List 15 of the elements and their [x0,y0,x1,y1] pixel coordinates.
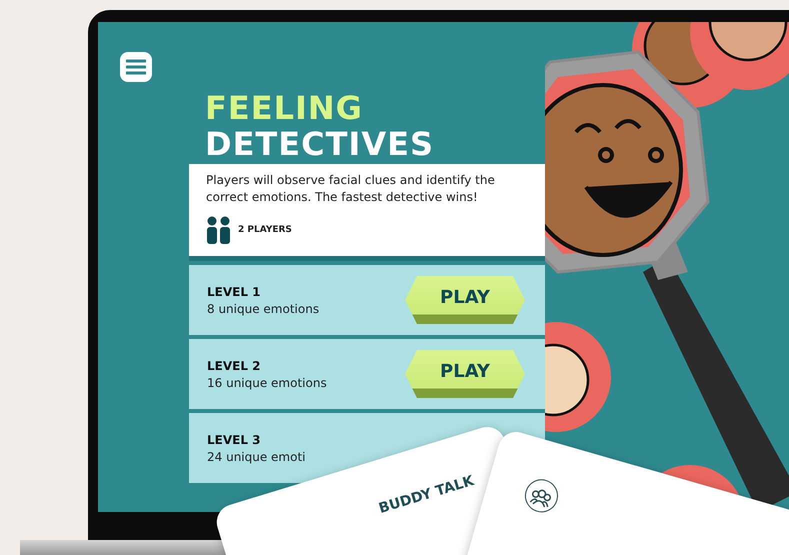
player-count: 2 PLAYERS [238,225,292,235]
level-detail: 8 unique emotions [207,302,320,316]
players-icon [206,216,232,244]
menu-button[interactable] [120,52,152,82]
level-name: LEVEL 2 [207,358,262,372]
game-description: Players will observe facial clues and identify the correct emotions. The fastest detective wins! [206,172,496,206]
level-name: LEVEL 1 [207,284,262,298]
play-button[interactable]: PLAY [405,350,525,398]
level-detail: 16 unique emotions [207,376,327,390]
game-title: DETECTIVES [205,126,435,162]
level-detail: 24 unique emoti [207,450,306,464]
level-name: LEVEL 3 [207,432,262,446]
play-button[interactable]: PLAY [405,276,525,324]
menu-icon [126,59,146,75]
game-title: FEELING [205,90,364,126]
